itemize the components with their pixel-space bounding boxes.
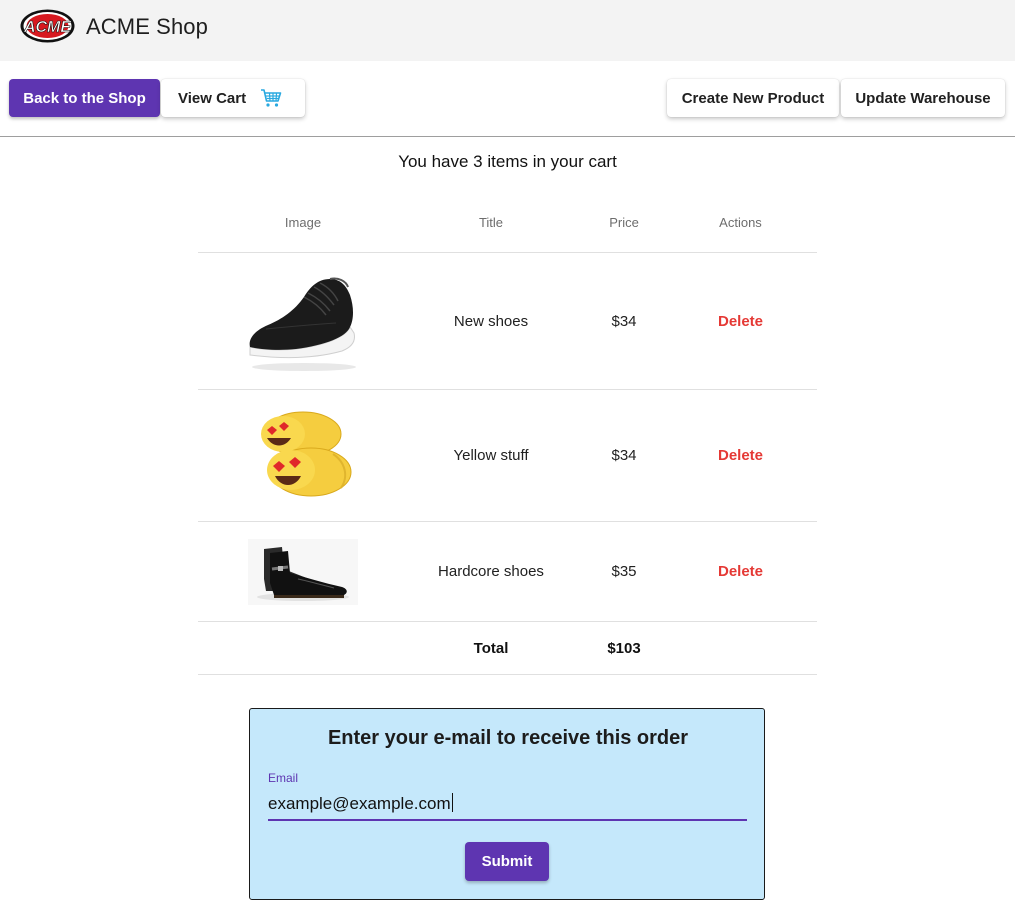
- email-field-label: Email: [268, 771, 299, 785]
- delete-button[interactable]: Delete: [718, 447, 763, 464]
- toolbar: Back to the Shop View Cart Create New Pr…: [0, 61, 1015, 137]
- view-cart-button[interactable]: View Cart: [161, 79, 305, 117]
- product-image-cell: [198, 390, 408, 521]
- delete-cell: Delete: [674, 522, 807, 621]
- table-row: Hardcore shoes $35 Delete: [198, 522, 817, 622]
- black-boot-image: [248, 538, 358, 605]
- email-field-value: example@example.com: [268, 794, 451, 813]
- product-title: Hardcore shoes: [438, 563, 544, 580]
- logo-text: ACME: [23, 19, 72, 36]
- total-row: Total $103: [198, 622, 817, 675]
- total-value: $103: [607, 639, 641, 657]
- text-cursor: [451, 793, 453, 812]
- column-header-price: Price: [609, 214, 639, 230]
- table-row: New shoes $34 Delete: [198, 253, 817, 390]
- black-sneaker-image: [249, 277, 356, 371]
- product-title: Yellow stuff: [453, 447, 529, 464]
- product-image-cell: [198, 253, 408, 389]
- delete-cell: Delete: [674, 390, 807, 521]
- view-cart-label: View Cart: [178, 89, 247, 107]
- product-title: New shoes: [453, 312, 529, 330]
- submit-button[interactable]: Submit: [465, 842, 549, 881]
- emoji-slippers-image: [261, 411, 352, 496]
- email-form-heading: Enter your e-mail to receive this order: [327, 727, 689, 749]
- back-to-shop-button[interactable]: Back to the Shop: [9, 79, 160, 117]
- update-warehouse-button[interactable]: Update Warehouse: [841, 79, 1005, 117]
- cart-table: Image Title Price Actions New shoes $34 …: [198, 192, 817, 675]
- delete-cell: Delete: [674, 253, 807, 389]
- product-price: $34: [611, 312, 637, 330]
- product-price: $34: [611, 447, 637, 464]
- column-header-image: Image: [284, 214, 322, 230]
- email-order-form: Enter your e-mail to receive this order …: [249, 708, 765, 900]
- delete-button[interactable]: Delete: [718, 313, 763, 330]
- shopping-cart-icon: [261, 89, 282, 107]
- total-label: Total: [473, 639, 509, 657]
- create-new-product-button[interactable]: Create New Product: [667, 79, 839, 117]
- app-header: ACME ACME Shop: [0, 0, 1015, 61]
- acme-logo[interactable]: ACME: [20, 9, 75, 43]
- email-field[interactable]: example@example.com: [268, 789, 747, 821]
- product-price: $35: [611, 563, 637, 580]
- table-row: Yellow stuff $34 Delete: [198, 390, 817, 522]
- table-header-row: Image Title Price Actions: [198, 192, 817, 253]
- cart-summary: You have 3 items in your cart: [398, 152, 617, 171]
- column-header-title: Title: [478, 214, 504, 230]
- delete-button[interactable]: Delete: [718, 563, 763, 580]
- column-header-actions: Actions: [719, 214, 762, 230]
- app-title: ACME Shop: [86, 14, 208, 39]
- product-image-cell: [198, 522, 408, 621]
